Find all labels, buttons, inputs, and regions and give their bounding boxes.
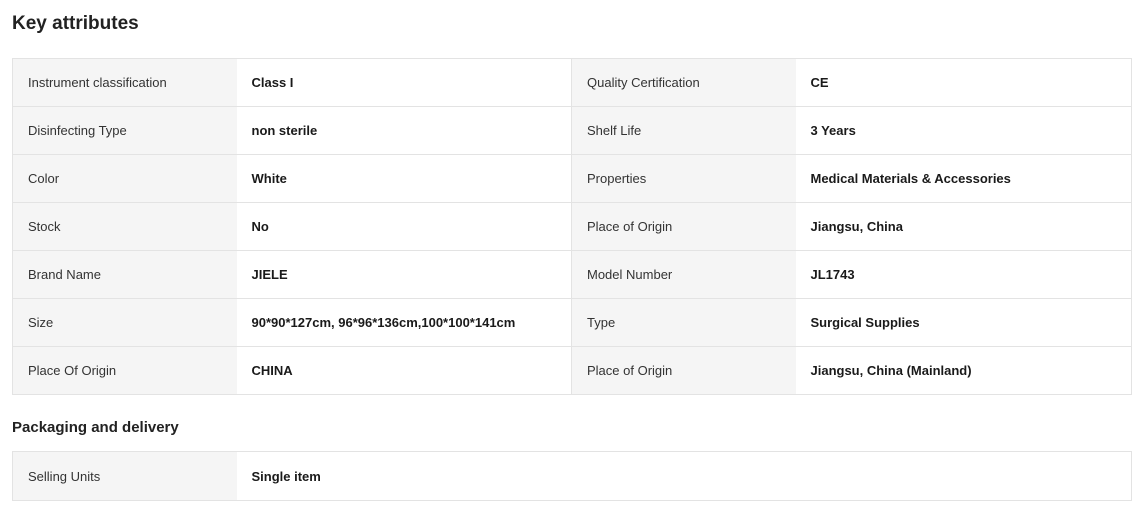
table-row: Size 90*90*127cm, 96*96*136cm,100*100*14… [12,298,1132,347]
table-row: Disinfecting Type non sterile Shelf Life… [12,106,1132,155]
attribute-label: Size [12,298,237,347]
attribute-value: Single item [236,451,1132,501]
key-attributes-table: Instrument classification Class I Qualit… [12,58,1132,395]
attribute-value: 3 Years [795,106,1132,155]
attribute-label: Instrument classification [12,58,237,107]
attribute-value: Surgical Supplies [795,298,1132,347]
packaging-table: Selling Units Single item [12,451,1132,501]
attribute-value: Jiangsu, China (Mainland) [795,346,1132,395]
table-row: Brand Name JIELE Model Number JL1743 [12,250,1132,299]
attribute-value: Medical Materials & Accessories [795,154,1132,203]
table-row: Color White Properties Medical Materials… [12,154,1132,203]
attribute-label: Properties [571,154,796,203]
attribute-value: No [236,202,572,251]
key-attributes-title: Key attributes [12,13,139,34]
attribute-value: CHINA [236,346,572,395]
packaging-title: Packaging and delivery [12,419,179,436]
attribute-value: Class I [236,58,572,107]
attribute-label: Disinfecting Type [12,106,237,155]
attribute-label: Type [571,298,796,347]
attribute-label: Brand Name [12,250,237,299]
attribute-label: Stock [12,202,237,251]
table-row: Place Of Origin CHINA Place of Origin Ji… [12,346,1132,395]
attribute-label: Color [12,154,237,203]
attribute-value: JL1743 [795,250,1132,299]
attribute-label: Selling Units [12,451,237,501]
attribute-label: Quality Certification [571,58,796,107]
attribute-value: CE [795,58,1132,107]
table-row: Stock No Place of Origin Jiangsu, China [12,202,1132,251]
attribute-label: Shelf Life [571,106,796,155]
attribute-value: White [236,154,572,203]
attribute-value: Jiangsu, China [795,202,1132,251]
attribute-label: Place of Origin [571,346,796,395]
attribute-label: Place of Origin [571,202,796,251]
attribute-value: JIELE [236,250,572,299]
attribute-label: Model Number [571,250,796,299]
table-row: Instrument classification Class I Qualit… [12,58,1132,107]
attribute-value: 90*90*127cm, 96*96*136cm,100*100*141cm [236,298,572,347]
attribute-label: Place Of Origin [12,346,237,395]
attribute-value: non sterile [236,106,572,155]
table-row: Selling Units Single item [12,451,1132,501]
